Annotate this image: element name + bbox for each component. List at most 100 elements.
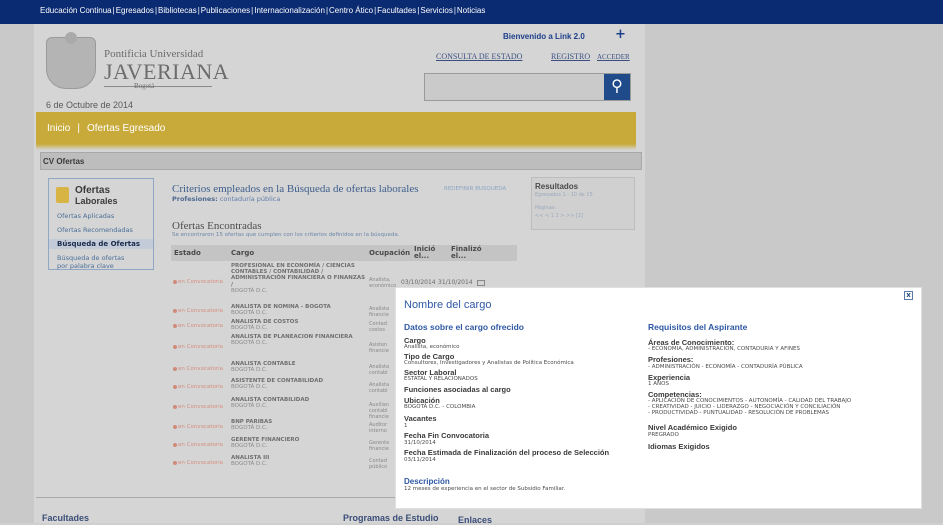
top-link-publicaciones[interactable]: Publicaciones [201,6,250,15]
row-location: BOGOTÁ D.C. [231,384,268,391]
search-icon[interactable]: ⚲ [604,74,630,100]
row-ocupacion: Asisten financie [369,342,389,354]
row-cargo[interactable]: PROFESIONAL EN ECONOMÍA / CIENCIAS CONTA… [231,263,367,294]
breadcrumb-inicio[interactable]: Inicio [47,123,70,134]
offers-table-header: Estado Cargo Ocupación Inició el... Fina… [171,245,517,261]
header-estado[interactable]: Estado [174,250,201,257]
logo-rule [104,86,212,87]
row-ocupacion: Analista contabl [369,382,390,394]
row-cargo[interactable]: ANALISTA DE PLANEACION FINANCIERA BOGOTÁ … [231,334,367,346]
redefinir-busqueda-link[interactable]: REDEFINIR BUSQUEDA [444,186,506,192]
top-link-educacion[interactable]: Educación Continua [40,6,112,15]
row-inicio: 03/10/2014 [401,279,436,286]
plus-icon[interactable]: + [615,27,626,42]
row-estado: en Convocatoria [178,424,224,430]
row-location: BOGOTÁ D.C. [231,340,268,347]
row-estado: en Convocatoria [178,404,224,410]
row-estado: en Convocatoria [178,384,224,390]
row-cargo[interactable]: BNP PARIBAS BOGOTÁ D.C. [231,419,367,431]
university-logo[interactable]: Pontificia Universidad JAVERIANA Bogotá [46,32,229,93]
fecha-fin-label: Fecha Fin Convocatoria [404,431,490,440]
row-ocupacion: Contad costos [369,321,387,333]
top-link-noticias[interactable]: Noticias [457,6,485,15]
results-pages-label: Páginas: [535,205,556,211]
row-ocupacion: Gerente financie [369,440,390,452]
top-link-egresados[interactable]: Egresados [116,6,154,15]
row-estado: en Convocatoria [178,279,224,285]
row-cargo[interactable]: ANALISTA CONTABLE BOGOTÁ D.C. [231,361,367,373]
top-link-internacionalizacion[interactable]: Internacionalización [254,6,325,15]
status-dot-icon [173,280,177,284]
top-link-bibliotecas[interactable]: Bibliotecas [158,6,197,15]
sidebar-item-palabra-clave[interactable]: Búsqueda de ofertas por palabra clave [57,254,124,270]
vacantes-label: Vacantes [404,414,437,423]
fecha-estimada-value: 03/11/2014 [404,457,436,463]
header-inicio[interactable]: Inició el... [414,246,438,260]
status-dot-icon [173,309,177,313]
footer-programas[interactable]: Programas de Estudio [343,513,439,523]
search-input[interactable]: ⚲ [424,73,631,101]
areas-value: - ECONOMIA, ADMINISTRACION, CONTADURIA Y… [648,346,800,352]
header-ocupacion[interactable]: Ocupación [369,250,410,257]
consulta-estado-link[interactable]: CONSULTA DE ESTADO [436,52,522,61]
sidebar-item-recomendadas[interactable]: Ofertas Recomendadas [57,226,133,234]
row-estado: en Convocatoria [178,344,224,350]
sidebar-subtitle: Laborales [75,196,118,206]
logo-line-3: Bogotá [134,82,155,90]
status-dot-icon [173,385,177,389]
seal-icon [46,32,96,89]
status-dot-icon [173,324,177,328]
descripcion-label: Descripción [404,477,450,486]
results-pagination[interactable]: << < 1 2 > >> [2] [535,213,583,219]
results-count: Egresados 1 - 10 de 15 [535,192,593,198]
ubicacion-value: BOGOTÁ D.C. - COLOMBIA [404,404,476,410]
profesiones-label: Profesiones: [648,355,694,364]
header-finalizo[interactable]: Finalizó el... [451,246,482,260]
modal-title: Nombre del cargo [404,299,492,311]
current-date: 6 de Octubre de 2014 [46,100,134,110]
sidebar-item-aplicadas[interactable]: Ofertas Aplicadas [57,212,114,220]
criteria-prof-value: contaduría pública [219,195,281,203]
header-cargo[interactable]: Cargo [231,250,254,257]
row-location: BOGOTÁ D.C. [231,425,268,432]
row-cargo[interactable]: ASISTENTE DE CONTABILIDAD BOGOTÁ D.C. [231,378,367,390]
sidebar-item-busqueda-label: Búsqueda de Ofertas [57,240,141,248]
row-ocupacion: Analista contabl [369,364,390,376]
registro-link[interactable]: REGISTRO [551,52,590,61]
close-icon[interactable]: x [904,291,913,300]
row-finalizo: 31/10/2014 [438,279,473,286]
status-dot-icon [173,367,177,371]
descripcion-value: 12 meses de experiencia en el sector de … [404,486,566,492]
row-location: BOGOTÁ D.C. [231,310,268,317]
acceder-link[interactable]: ACCEDER [597,53,630,61]
row-estado: en Convocatoria [178,308,224,314]
offers-title: Ofertas Encontradas [172,220,262,232]
row-cargo[interactable]: ANALISTA CONTABILIDAD BOGOTÁ D.C. [231,397,367,409]
sidebar-menu: Ofertas Laborales Ofertas Aplicadas Ofer… [48,178,154,270]
logo-line-2: JAVERIANA [104,59,230,84]
row-cargo[interactable]: GERENTE FINANCIERO BOGOTÁ D.C. [231,437,367,449]
top-link-servicios[interactable]: Servicios [420,6,452,15]
sector-value: ESTATAL Y RELACIONADOS [404,376,478,382]
row-cargo[interactable]: ANALISTA III BOGOTÁ D.C. [231,455,367,467]
vacantes-value: 1 [404,423,408,429]
row-cargo[interactable]: ANALISTA DE COSTOS BOGOTÁ D.C. [231,319,367,331]
document-icon [56,187,69,203]
footer-enlaces[interactable]: Enlaces [458,515,492,525]
job-detail-modal: x Nombre del cargo Datos sobre el cargo … [395,287,922,509]
sidebar-item-palabra-line1: Búsqueda de ofertas [57,254,125,262]
breadcrumb-ofertas[interactable]: Ofertas Egresado [87,123,165,134]
sidebar-item-busqueda[interactable]: Búsqueda de Ofertas [49,239,153,249]
row-ocupacion: Analista financie [369,306,390,318]
footer-facultades[interactable]: Facultades [42,513,89,523]
nivel-academico-value: PREGRADO [648,432,679,438]
breadcrumb-separator: | [77,123,80,134]
breadcrumb-shadow [36,144,636,150]
welcome-text: Bienvenido a Link 2.0 [503,32,585,41]
row-estado: en Convocatoria [178,366,224,372]
modal-right-heading: Requisitos del Aspirante [648,322,748,332]
top-link-facultades[interactable]: Facultades [377,6,416,15]
detail-icon[interactable] [477,280,485,286]
row-cargo[interactable]: ANALISTA DE NOMINA - BOGOTA BOGOTÁ D.C. [231,304,367,316]
top-link-centro-atico[interactable]: Centro Ático [329,6,373,15]
